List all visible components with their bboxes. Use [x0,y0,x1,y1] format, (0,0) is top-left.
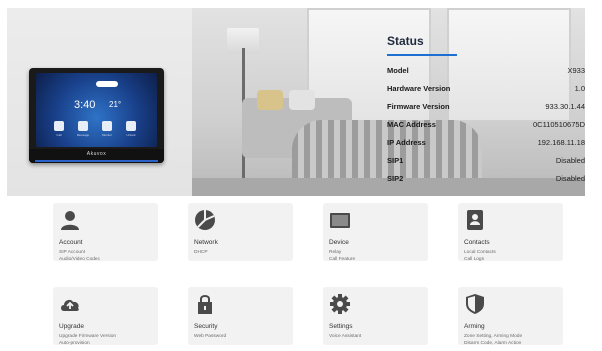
tile-link-voice-assistant[interactable]: Voice Assistant [329,334,361,339]
device-brand: Akuvox [86,151,107,157]
tile-network[interactable]: Network DHCP [188,203,293,261]
tile-link-zone-setting[interactable]: Zone Setting, Arming Mode [464,334,522,339]
tile-title: Arming [464,323,485,330]
device-status-pill [96,81,118,87]
tile-link-relay[interactable]: Relay [329,250,341,255]
tile-title: Device [329,239,349,246]
device-button-label: Unlock [126,133,136,137]
status-panel: Status Model X933 Hardware Version 1.0 F… [387,34,585,183]
indoor-monitor-device: 3:40 21° Call Message Monitor Unlock Aku… [29,68,164,163]
contacts-icon [467,210,483,230]
tile-link-audio-video-codec[interactable]: Audio/Video Codec [59,257,100,262]
user-icon [61,211,79,230]
status-value: 192.168.11.18 [537,138,585,147]
status-value: X933 [567,66,585,75]
status-label: SIP2 [387,174,404,183]
status-label: IP Address [387,138,426,147]
tile-settings[interactable]: Settings Voice Assistant [323,287,428,345]
status-row-model: Model X933 [387,66,585,83]
tile-account[interactable]: Account SIP Account Audio/Video Codec [53,203,158,262]
lock-icon [198,295,212,314]
status-title: Status [387,34,424,48]
status-label: Firmware Version [387,102,450,111]
network-icon [195,210,215,230]
status-row-mac-address: MAC Address 0C110510675D [387,120,585,137]
monitor-icon [102,121,112,131]
tile-link-auto-provision[interactable]: Auto-provision [59,341,90,346]
tile-link-disarm-code[interactable]: Disarm Code, Alarm Action [464,341,521,346]
device-button-label: Message [76,133,90,137]
tile-title: Security [194,323,218,330]
call-icon [54,121,64,131]
tile-contacts[interactable]: Contacts Local Contacts Call Logs [458,203,563,262]
status-label: Model [387,66,409,75]
status-underline [387,54,457,56]
tile-link-call-logs[interactable]: Call Logs [464,257,484,262]
status-row-ip-address: IP Address 192.168.11.18 [387,138,585,155]
tile-title: Upgrade [59,323,84,330]
hero-banner: 3:40 21° Call Message Monitor Unlock Aku… [7,8,585,196]
tile-title: Contacts [464,239,490,246]
status-label: SIP1 [387,156,404,165]
device-led-strip [35,160,158,162]
cushion-image [257,90,283,110]
device-button-label: Call [56,133,62,137]
tile-link-call-feature[interactable]: Call Feature [329,257,355,262]
tile-title: Network [194,239,218,246]
tile-link-web-password[interactable]: Web Password [194,334,226,339]
status-value: 933.30.1.44 [545,102,585,111]
status-value: Disabled [555,174,585,183]
status-row-hardware-version: Hardware Version 1.0 [387,84,585,101]
gear-icon [330,294,350,314]
status-row-sip2: SIP2 Disabled [387,174,585,191]
tile-link-sip-account[interactable]: SIP Account [59,250,85,255]
tile-link-upgrade-firmware[interactable]: Upgrade Firmware Version [59,334,116,339]
status-value: 0C110510675D [533,120,585,129]
unlock-icon [126,121,136,131]
message-icon [78,121,88,131]
status-label: MAC Address [387,120,436,129]
status-value: 1.0 [574,84,585,93]
device-screen: 3:40 21° Call Message Monitor Unlock [36,73,157,147]
cloud-upload-icon [61,299,79,311]
status-row-firmware-version: Firmware Version 933.30.1.44 [387,102,585,119]
tile-link-dhcp[interactable]: DHCP [194,250,208,255]
device-button-label: Monitor [101,133,112,137]
tile-title: Account [59,239,83,246]
device-time: 3:40 [74,99,96,111]
tile-upgrade[interactable]: Upgrade Upgrade Firmware Version Auto-pr… [53,287,158,346]
tile-arming[interactable]: Arming Zone Setting, Arming Mode Disarm … [458,287,563,346]
status-row-sip1: SIP1 Disabled [387,156,585,173]
cushion-image [289,90,315,110]
tile-security[interactable]: Security Web Password [188,287,293,345]
device-temperature: 21° [109,100,122,109]
status-value: Disabled [555,156,585,165]
monitor-icon [330,213,350,228]
tile-device[interactable]: Device Relay Call Feature [323,203,428,262]
status-label: Hardware Version [387,84,451,93]
tile-link-local-contacts[interactable]: Local Contacts [464,250,496,255]
tile-title: Settings [329,323,353,330]
shield-icon [466,294,484,314]
